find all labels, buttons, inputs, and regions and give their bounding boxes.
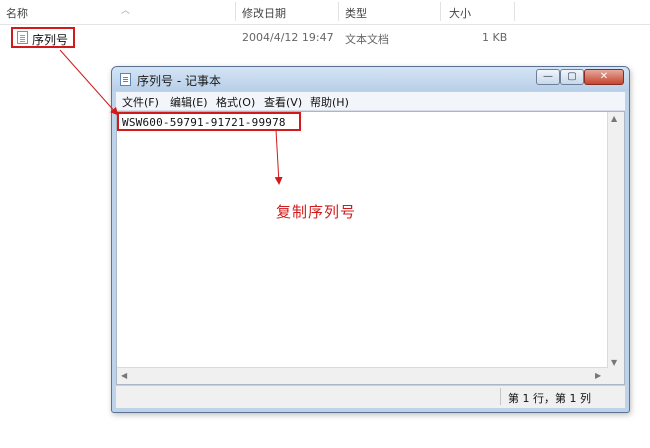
file-name: 序列号 bbox=[32, 33, 69, 47]
horizontal-scrollbar[interactable]: ◀ ▶ bbox=[117, 367, 607, 384]
vertical-scrollbar[interactable]: ▲ ▼ bbox=[607, 112, 624, 369]
scroll-up-arrow-icon[interactable]: ▲ bbox=[611, 114, 617, 123]
menu-edit[interactable]: 编辑(E) bbox=[170, 94, 208, 110]
column-header-date-modified[interactable]: 修改日期 bbox=[242, 5, 286, 21]
file-date-modified: 2004/4/12 19:47 bbox=[242, 31, 334, 44]
notepad-titlebar[interactable]: 序列号 - 记事本 — ▢ ✕ bbox=[112, 67, 629, 91]
file-size: 1 KB bbox=[482, 31, 508, 44]
column-divider[interactable] bbox=[235, 2, 236, 21]
file-list-item[interactable]: 序列号 2004/4/12 19:47 文本文档 1 KB bbox=[0, 27, 520, 49]
notepad-window[interactable]: 序列号 - 记事本 — ▢ ✕ 文件(F) 编辑(E) 格式(O) 查看(V) … bbox=[111, 66, 630, 413]
cursor-position: 第 1 行，第 1 列 bbox=[508, 392, 591, 405]
column-divider[interactable] bbox=[514, 2, 515, 21]
column-header-type[interactable]: 类型 bbox=[345, 5, 367, 21]
menu-bar: 文件(F) 编辑(E) 格式(O) 查看(V) 帮助(H) bbox=[116, 92, 625, 111]
scrollbar-corner bbox=[607, 368, 624, 384]
text-editor-area[interactable]: WSW600-59791-91721-99978 ▲ ▼ ◀ ▶ bbox=[116, 111, 625, 385]
file-name-highlight[interactable]: 序列号 bbox=[11, 27, 75, 48]
sort-chevron-up-icon: ︿ bbox=[121, 6, 131, 16]
text-file-icon bbox=[17, 31, 28, 44]
status-divider bbox=[500, 388, 501, 405]
explorer-column-header: ︿ 名称 修改日期 类型 大小 bbox=[0, 0, 650, 25]
close-button[interactable]: ✕ bbox=[584, 69, 624, 85]
maximize-button[interactable]: ▢ bbox=[560, 69, 584, 85]
column-divider[interactable] bbox=[440, 2, 441, 21]
minimize-button[interactable]: — bbox=[536, 69, 560, 85]
notepad-app-icon[interactable] bbox=[120, 73, 131, 86]
menu-file[interactable]: 文件(F) bbox=[122, 94, 159, 110]
window-title: 序列号 - 记事本 bbox=[137, 74, 221, 88]
serial-number-highlight: WSW600-59791-91721-99978 bbox=[117, 112, 301, 131]
column-header-name[interactable]: 名称 bbox=[6, 5, 28, 21]
menu-help[interactable]: 帮助(H) bbox=[310, 94, 349, 110]
scroll-right-arrow-icon[interactable]: ▶ bbox=[595, 371, 601, 380]
column-divider[interactable] bbox=[338, 2, 339, 21]
file-type: 文本文档 bbox=[345, 33, 389, 46]
copy-serial-annotation: 复制序列号 bbox=[276, 203, 357, 221]
menu-format[interactable]: 格式(O) bbox=[216, 94, 255, 110]
scroll-left-arrow-icon[interactable]: ◀ bbox=[121, 371, 127, 380]
column-header-size[interactable]: 大小 bbox=[449, 5, 471, 21]
scroll-down-arrow-icon[interactable]: ▼ bbox=[611, 358, 617, 367]
serial-number-text[interactable]: WSW600-59791-91721-99978 bbox=[122, 116, 286, 129]
menu-view[interactable]: 查看(V) bbox=[264, 94, 302, 110]
status-bar: 第 1 行，第 1 列 bbox=[116, 385, 625, 408]
arrow-file-to-notepad bbox=[59, 49, 119, 116]
